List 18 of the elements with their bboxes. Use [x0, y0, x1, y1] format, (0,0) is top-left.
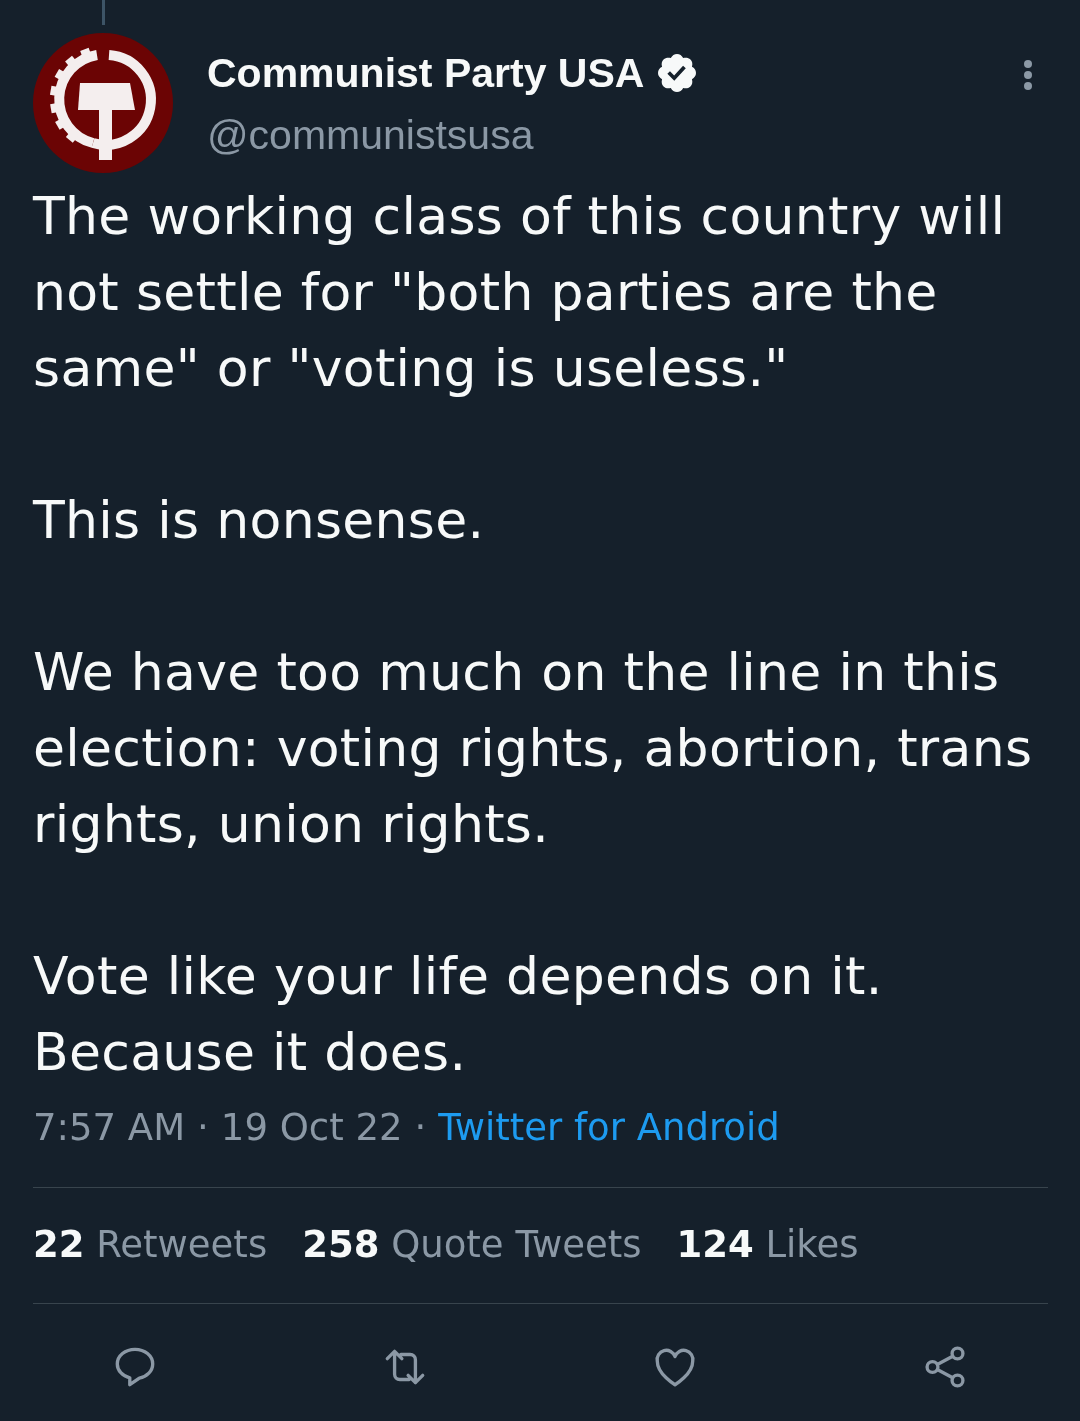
post-date: 19 Oct 22: [220, 1105, 403, 1151]
more-options-button[interactable]: [1023, 60, 1033, 90]
dot-separator: ·: [414, 1105, 427, 1151]
tweet-paragraph: Vote like your life depends on it. Because it does.: [33, 945, 884, 1084]
source-link[interactable]: Twitter for Android: [438, 1104, 780, 1152]
tweet-paragraph: This is nonsense.: [33, 489, 486, 552]
stat-count-link[interactable]: 22 Retweets: [33, 1221, 268, 1269]
tweet-paragraph: We have too much on the line in this election: voting rights, abortion, trans rights, union rights.: [33, 641, 1034, 856]
vertical-dots-icon: [1023, 60, 1033, 90]
author-name: Communist Party USA: [207, 49, 645, 97]
hammer-gear-avatar-icon: [33, 33, 173, 173]
stat-count-link[interactable]: 124 Likes: [676, 1221, 859, 1269]
author-handle: @communistsusa: [207, 111, 534, 159]
stat-count-link[interactable]: 258 Quote Tweets: [302, 1221, 642, 1269]
thread-line: [101, 0, 105, 25]
tweet-paragraph: The working class of this country will not settle for "both parties are the same" or "voting is useless.": [33, 185, 1007, 400]
post-time: 7:57 AM: [33, 1105, 186, 1151]
dot-separator: ·: [197, 1105, 209, 1151]
